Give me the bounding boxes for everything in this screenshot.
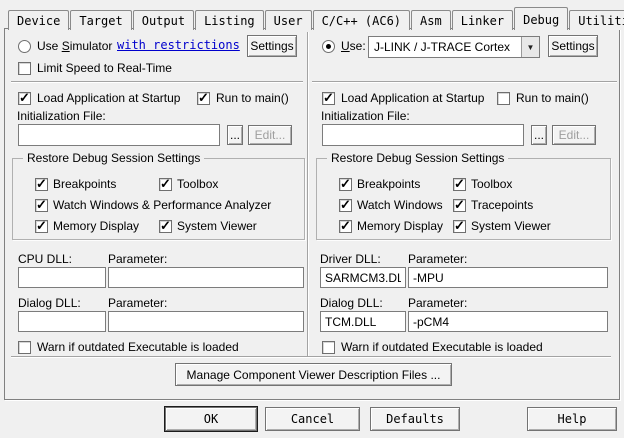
right-dialog-parameter-label: Parameter:: [408, 296, 467, 310]
cpu-parameter-label: Parameter:: [108, 252, 167, 266]
column-divider: [307, 32, 309, 356]
cpu-dll-input[interactable]: [18, 267, 106, 288]
driver-dll-label: Driver DLL:: [320, 252, 381, 266]
left-init-file-browse-button[interactable]: ...: [227, 125, 243, 145]
tab-linker[interactable]: Linker: [452, 10, 513, 30]
right-toolbox-checkbox[interactable]: [453, 178, 466, 191]
right-memory-display-checkbox[interactable]: [339, 220, 352, 233]
debug-adapter-combobox[interactable]: J-LINK / J-TRACE Cortex ▼: [368, 36, 540, 58]
left-watch-windows-checkbox[interactable]: [35, 199, 48, 212]
right-init-file-browse-button[interactable]: ...: [531, 125, 547, 145]
left-init-file-edit-button[interactable]: Edit...: [248, 125, 292, 145]
right-load-app-label: Load Application at Startup: [341, 91, 484, 105]
left-toolbox-checkbox[interactable]: [159, 178, 172, 191]
right-run-to-main-label: Run to main(): [516, 91, 589, 105]
debug-adapter-value: J-LINK / J-TRACE Cortex: [369, 37, 521, 57]
left-run-to-main-checkbox[interactable]: [197, 92, 210, 105]
tab-asm[interactable]: Asm: [411, 10, 451, 30]
adapter-settings-button[interactable]: Settings: [548, 35, 598, 57]
right-warn-outdated-label: Warn if outdated Executable is loaded: [341, 340, 543, 354]
left-toolbox-label: Toolbox: [177, 177, 218, 191]
right-dialog-parameter-input[interactable]: [408, 311, 608, 332]
left-breakpoints-checkbox[interactable]: [35, 178, 48, 191]
limit-speed-checkbox[interactable]: [18, 62, 31, 75]
tab-listing[interactable]: Listing: [195, 10, 264, 30]
right-top-divider: [312, 81, 617, 83]
left-memory-display-label: Memory Display: [53, 219, 139, 233]
right-dialog-dll-label: Dialog DLL:: [320, 296, 383, 310]
bottom-divider: [11, 356, 611, 358]
left-dialog-parameter-input[interactable]: [108, 311, 304, 332]
right-restore-group: Restore Debug Session Settings Breakpoin…: [316, 158, 611, 240]
ok-button[interactable]: OK: [165, 407, 257, 431]
right-init-file-label: Initialization File:: [321, 109, 410, 123]
tab-bar: Device Target Output Listing User C/C++ …: [8, 7, 624, 30]
left-init-file-input[interactable]: [18, 124, 220, 146]
right-toolbox-label: Toolbox: [471, 177, 512, 191]
tab-debug[interactable]: Debug: [514, 7, 568, 30]
tab-target[interactable]: Target: [70, 10, 131, 30]
left-warn-outdated-checkbox[interactable]: [18, 341, 31, 354]
manage-component-viewer-button[interactable]: Manage Component Viewer Description File…: [175, 363, 452, 386]
driver-parameter-label: Parameter:: [408, 252, 467, 266]
driver-dll-input[interactable]: [320, 267, 406, 288]
right-breakpoints-label: Breakpoints: [357, 177, 420, 191]
left-breakpoints-label: Breakpoints: [53, 177, 116, 191]
cpu-dll-label: CPU DLL:: [18, 252, 72, 266]
right-tracepoints-label: Tracepoints: [471, 198, 533, 212]
tab-device[interactable]: Device: [8, 10, 69, 30]
use-adapter-radio[interactable]: [322, 40, 335, 53]
left-load-app-label: Load Application at Startup: [37, 91, 180, 105]
cancel-button[interactable]: Cancel: [265, 407, 360, 431]
left-dialog-dll-label: Dialog DLL:: [18, 296, 81, 310]
options-for-target-dialog: Device Target Output Listing User C/C++ …: [0, 0, 624, 438]
debug-tab-page: Use Simulator with restrictions Settings…: [4, 28, 620, 400]
left-dialog-parameter-label: Parameter:: [108, 296, 167, 310]
use-adapter-label: Use:: [341, 39, 366, 53]
driver-parameter-input[interactable]: [408, 267, 608, 288]
with-restrictions-link[interactable]: with restrictions: [117, 38, 240, 52]
use-simulator-label: Use Simulator: [37, 39, 112, 53]
left-warn-outdated-label: Warn if outdated Executable is loaded: [37, 340, 239, 354]
left-restore-group: Restore Debug Session Settings Breakpoin…: [12, 158, 305, 240]
right-system-viewer-label: System Viewer: [471, 219, 551, 233]
left-memory-display-checkbox[interactable]: [35, 220, 48, 233]
use-simulator-radio[interactable]: [18, 40, 31, 53]
right-dialog-dll-input[interactable]: [320, 311, 406, 332]
tab-c-cpp-ac6[interactable]: C/C++ (AC6): [313, 10, 410, 30]
left-top-divider: [11, 81, 303, 83]
right-init-file-input[interactable]: [322, 124, 524, 146]
right-breakpoints-checkbox[interactable]: [339, 178, 352, 191]
left-system-viewer-checkbox[interactable]: [159, 220, 172, 233]
simulator-settings-button[interactable]: Settings: [247, 35, 297, 57]
tab-user[interactable]: User: [265, 10, 312, 30]
tab-utilities[interactable]: Utilities: [569, 10, 624, 30]
left-system-viewer-label: System Viewer: [177, 219, 257, 233]
right-warn-outdated-checkbox[interactable]: [322, 341, 335, 354]
limit-speed-label: Limit Speed to Real-Time: [37, 61, 172, 75]
right-restore-group-title: Restore Debug Session Settings: [327, 151, 508, 165]
left-init-file-label: Initialization File:: [17, 109, 106, 123]
left-watch-windows-label: Watch Windows & Performance Analyzer: [53, 198, 271, 212]
left-run-to-main-label: Run to main(): [216, 91, 289, 105]
help-button[interactable]: Help: [527, 407, 617, 431]
tab-output[interactable]: Output: [133, 10, 194, 30]
right-watch-windows-checkbox[interactable]: [339, 199, 352, 212]
right-system-viewer-checkbox[interactable]: [453, 220, 466, 233]
defaults-button[interactable]: Defaults: [370, 407, 460, 431]
cpu-parameter-input[interactable]: [108, 267, 304, 288]
right-tracepoints-checkbox[interactable]: [453, 199, 466, 212]
left-load-app-checkbox[interactable]: [18, 92, 31, 105]
right-watch-windows-label: Watch Windows: [357, 198, 443, 212]
right-load-app-checkbox[interactable]: [322, 92, 335, 105]
left-restore-group-title: Restore Debug Session Settings: [23, 151, 204, 165]
right-run-to-main-checkbox[interactable]: [497, 92, 510, 105]
right-memory-display-label: Memory Display: [357, 219, 443, 233]
left-dialog-dll-input[interactable]: [18, 311, 106, 332]
chevron-down-icon[interactable]: ▼: [521, 37, 539, 57]
right-init-file-edit-button[interactable]: Edit...: [552, 125, 596, 145]
